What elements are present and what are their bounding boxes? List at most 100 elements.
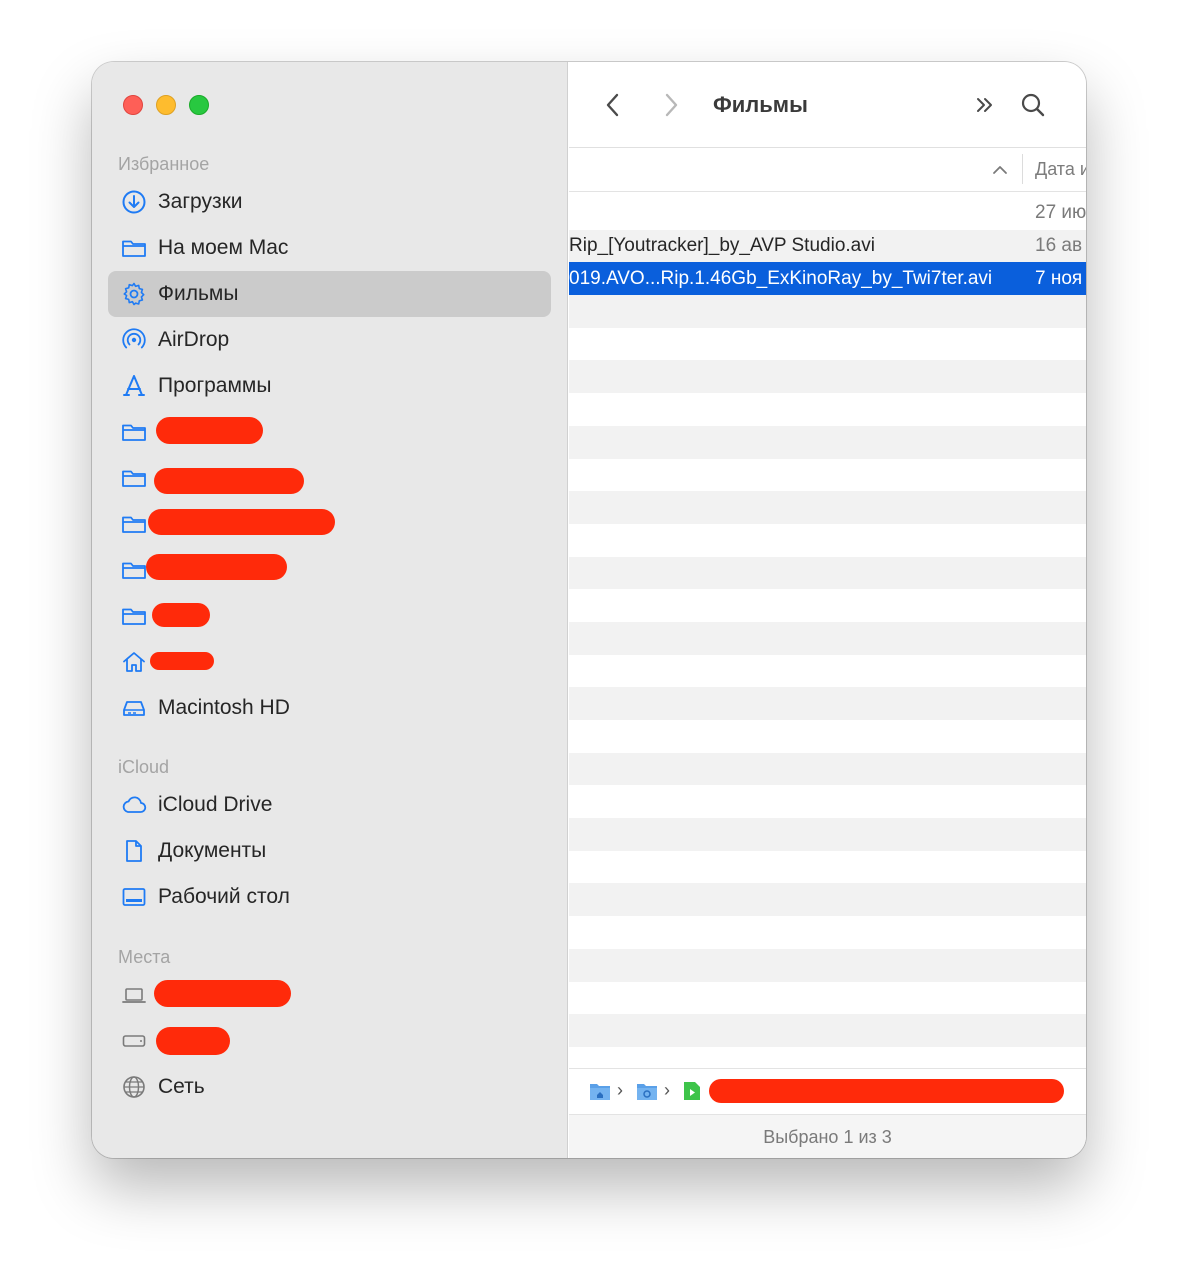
- sidebar-item-label: Сеть: [158, 1075, 205, 1098]
- sidebar-item-macintosh-hd[interactable]: Macintosh HD: [108, 685, 551, 731]
- sidebar-item-label: Рабочий стол: [158, 885, 290, 908]
- applications-icon: [120, 372, 148, 400]
- sidebar-item-movies[interactable]: Фильмы: [108, 271, 551, 317]
- sidebar-item-on-my-mac[interactable]: На моем Mac: [108, 225, 551, 271]
- empty-row: [569, 655, 1086, 688]
- sidebar-item-label: Документы: [158, 839, 267, 862]
- sidebar-item-label: Программы: [158, 374, 272, 397]
- empty-row: [569, 883, 1086, 917]
- sidebar-item-label: Macintosh HD: [158, 696, 290, 719]
- sidebar-item-downloads[interactable]: Загрузки: [108, 179, 551, 225]
- window-controls: [123, 95, 209, 115]
- empty-row: [569, 556, 1086, 590]
- status-bar: Выбрано 1 из 3: [569, 1114, 1086, 1158]
- sidebar-item-label: Загрузки: [158, 190, 243, 213]
- empty-row: [569, 916, 1086, 949]
- sidebar-item-documents[interactable]: Документы: [108, 828, 551, 874]
- file-name: 019.AVO...Rip.1.46Gb_ExKinoRay_by_Twi7te…: [569, 267, 993, 289]
- desktop-icon: [120, 883, 148, 911]
- empty-row: [569, 360, 1086, 394]
- folder-icon: [120, 556, 148, 584]
- sidebar-item-airdrop[interactable]: AirDrop: [108, 317, 551, 363]
- empty-row: [569, 687, 1086, 720]
- empty-row: [569, 459, 1086, 492]
- sidebar: Избранное Загрузки На моем Mac Фильмы Ai…: [92, 62, 568, 1158]
- sidebar-item-label: Фильмы: [158, 282, 239, 305]
- redaction-mark: [150, 652, 214, 670]
- window-title: Фильмы: [713, 92, 808, 117]
- file-date: 27 ию: [1035, 202, 1086, 224]
- folder-icon: [120, 464, 148, 492]
- section-icloud-title: iCloud: [118, 757, 170, 777]
- folder-icon: [120, 234, 148, 262]
- folder-icon: [120, 510, 148, 538]
- empty-row: [569, 785, 1086, 818]
- laptop-icon: [120, 981, 148, 1009]
- sidebar-item-label: AirDrop: [158, 328, 230, 351]
- double-chevron-icon: [977, 98, 992, 112]
- home-icon: [120, 648, 148, 676]
- date-column-header[interactable]: Дата и: [1035, 159, 1086, 180]
- empty-row: [569, 589, 1086, 622]
- column-divider[interactable]: [1022, 154, 1023, 184]
- back-button[interactable]: [595, 87, 631, 123]
- sidebar-item-desktop[interactable]: Рабочий стол: [108, 874, 551, 920]
- list-item[interactable]: 27 ию: [569, 197, 1086, 230]
- redaction-mark: [156, 1027, 230, 1055]
- home-folder-icon[interactable]: [589, 1081, 611, 1101]
- list-item[interactable]: Rip_[Youtracker]_by_AVP Studio.avi 16 ав: [569, 229, 1086, 263]
- zoom-button[interactable]: [189, 95, 209, 115]
- sidebar-item-label: На моем Mac: [158, 236, 289, 259]
- document-icon: [120, 837, 148, 865]
- external-drive-icon: [120, 1027, 148, 1055]
- close-button[interactable]: [123, 95, 143, 115]
- section-favorites-title: Избранное: [118, 154, 210, 174]
- toolbar: Фильмы: [569, 62, 1086, 148]
- empty-row: [569, 818, 1086, 851]
- section-locations-title: Места: [118, 947, 171, 967]
- search-icon: [1021, 93, 1045, 117]
- empty-row: [569, 1014, 1086, 1047]
- more-toolbar-button[interactable]: [967, 87, 1003, 123]
- empty-row: [569, 948, 1086, 982]
- empty-row: [569, 752, 1086, 786]
- search-button[interactable]: [1015, 87, 1051, 123]
- chevron-left-icon: [606, 93, 619, 117]
- video-file-icon[interactable]: [683, 1081, 701, 1101]
- sidebar-item-applications[interactable]: Программы: [108, 363, 551, 409]
- finder-window: Избранное Загрузки На моем Mac Фильмы Ai…: [92, 62, 1086, 1158]
- path-bar: › ›: [569, 1068, 1086, 1114]
- main-pane: Фильмы Дата и 27 ию Rip_[Youtracker]_by_…: [569, 62, 1086, 1158]
- gear-folder-icon[interactable]: [636, 1081, 658, 1101]
- minimize-button[interactable]: [156, 95, 176, 115]
- redaction-mark: [156, 417, 263, 444]
- sidebar-item-icloud-drive[interactable]: iCloud Drive: [108, 782, 551, 828]
- empty-row: [569, 982, 1086, 1015]
- path-separator-icon: ›: [664, 1080, 670, 1100]
- redaction-mark: [148, 509, 335, 535]
- gear-icon: [120, 280, 148, 308]
- selection-status: Выбрано 1 из 3: [763, 1127, 892, 1147]
- path-separator-icon: ›: [617, 1080, 623, 1100]
- empty-row: [569, 295, 1086, 328]
- file-date: 16 ав: [1035, 235, 1083, 257]
- download-icon: [120, 188, 148, 216]
- file-date: 7 ноя: [1035, 267, 1083, 289]
- list-item-selected[interactable]: 019.AVO...Rip.1.46Gb_ExKinoRay_by_Twi7te…: [569, 262, 1086, 296]
- column-header: Дата и: [569, 148, 1086, 192]
- file-name: Rip_[Youtracker]_by_AVP Studio.avi: [569, 235, 875, 257]
- disk-icon: [120, 694, 148, 722]
- redaction-mark: [154, 468, 304, 494]
- redaction-mark: [154, 980, 291, 1007]
- chevron-right-icon: [665, 93, 678, 117]
- cloud-icon: [120, 791, 148, 819]
- sort-ascending-icon[interactable]: [991, 162, 1009, 178]
- folder-icon: [120, 602, 148, 630]
- empty-row: [569, 393, 1086, 426]
- empty-row: [569, 851, 1086, 884]
- airdrop-icon: [120, 326, 148, 354]
- sidebar-item-label: iCloud Drive: [158, 793, 273, 816]
- forward-button[interactable]: [653, 87, 689, 123]
- sidebar-item-network[interactable]: Сеть: [108, 1064, 551, 1110]
- file-list: 27 ию Rip_[Youtracker]_by_AVP Studio.avi…: [569, 197, 1086, 1067]
